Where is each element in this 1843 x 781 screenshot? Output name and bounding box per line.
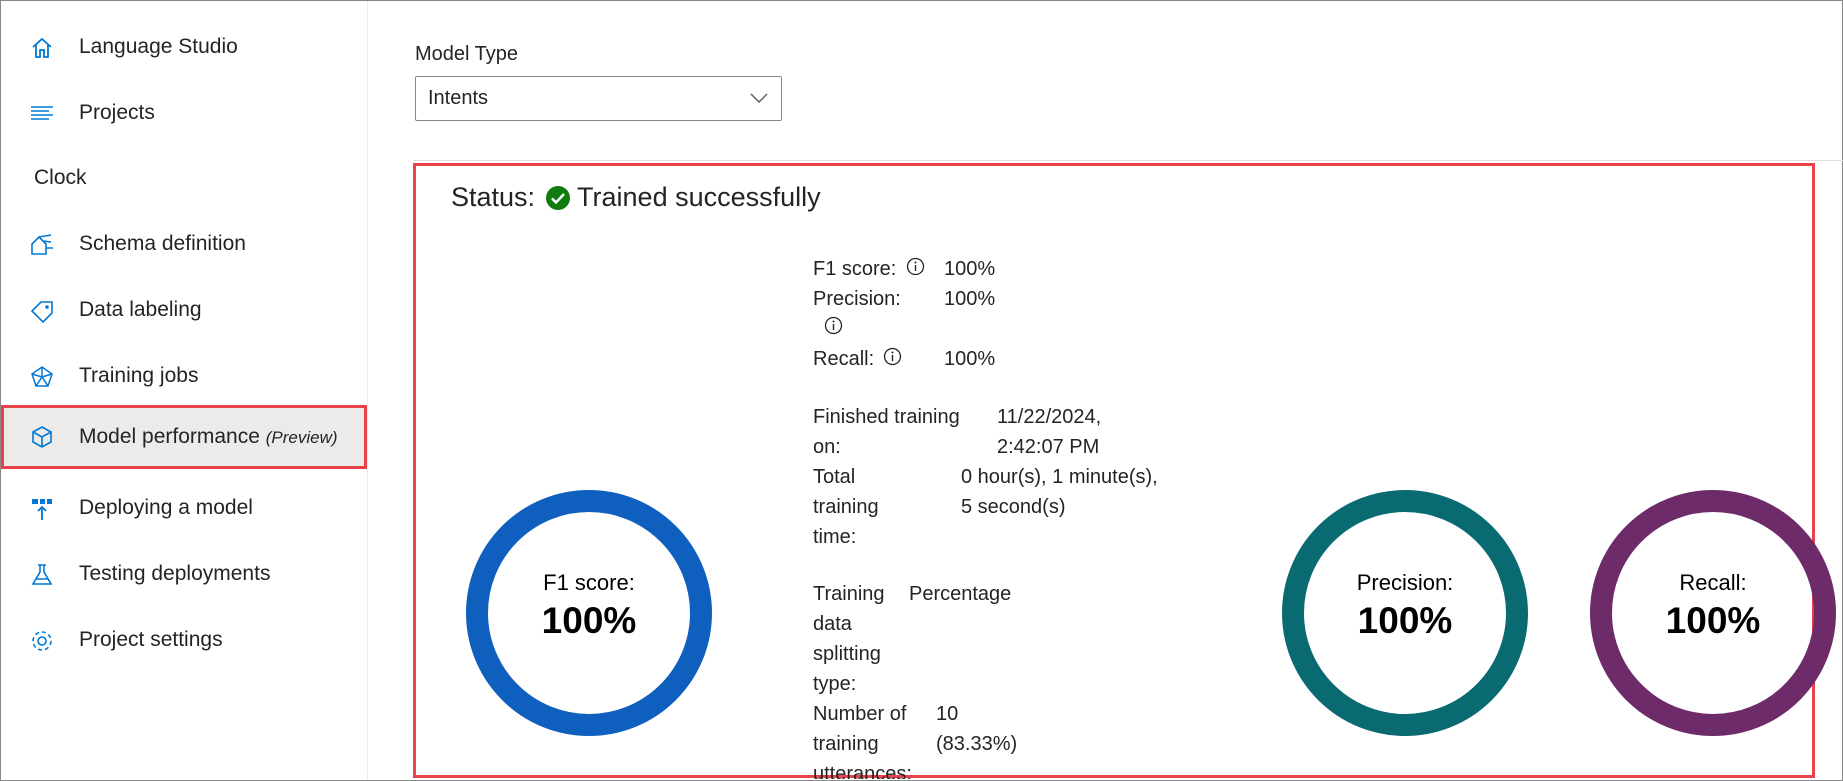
info-icon[interactable] xyxy=(824,316,843,335)
training-utterances-value: 10 (83.33%) xyxy=(936,703,1018,755)
f1-score-ring: F1 score: 100% xyxy=(466,490,712,736)
sidebar-item-label: Deploying a model xyxy=(79,496,253,519)
ring-label: Recall: xyxy=(1679,570,1747,595)
sidebar-item-project-settings[interactable]: Project settings xyxy=(1,615,367,665)
ring-label: Precision: xyxy=(1356,570,1454,595)
precision-label: Precision: xyxy=(813,288,901,310)
training-icon xyxy=(31,366,53,387)
status-value: Trained successfully xyxy=(577,182,821,212)
info-icon[interactable] xyxy=(883,347,902,366)
precision-value: 100% xyxy=(944,288,996,310)
training-status: Status: Trained successfully xyxy=(451,182,821,213)
sidebar-item-schema-definition[interactable]: Schema definition xyxy=(1,219,367,269)
finished-training-value: 11/22/2024, 2:42:07 PM xyxy=(997,406,1102,458)
ring-value: 100% xyxy=(1665,600,1761,641)
sidebar-item-label: Schema definition xyxy=(79,232,246,255)
recall-value: 100% xyxy=(944,348,996,370)
cube-icon xyxy=(32,426,52,448)
data-splitting-type-value: Percentage xyxy=(909,583,1012,605)
sidebar-item-label: Training jobs xyxy=(79,364,199,387)
sidebar-item-label: Data labeling xyxy=(79,298,202,321)
sidebar-item-training-jobs[interactable]: Training jobs xyxy=(1,351,367,401)
flask-icon xyxy=(31,564,53,585)
precision-ring: Precision: 100% xyxy=(1282,490,1528,736)
gear-icon xyxy=(32,631,52,651)
sidebar: Language Studio Projects Clock Schema de… xyxy=(1,1,368,780)
project-name: Clock xyxy=(34,166,87,189)
ring-label: F1 score: xyxy=(543,570,635,595)
sidebar-item-label: Language Studio xyxy=(79,35,238,58)
chevron-down-icon xyxy=(750,93,768,104)
sidebar-item-data-labeling[interactable]: Data labeling xyxy=(1,285,367,335)
total-training-time-label: Total training time: xyxy=(813,466,879,548)
sidebar-item-testing-deployments[interactable]: Testing deployments xyxy=(1,549,367,599)
sidebar-item-label: Projects xyxy=(79,101,155,124)
model-type-dropdown[interactable]: Intents xyxy=(415,76,782,121)
sidebar-item-label: Project settings xyxy=(79,628,223,651)
sidebar-item-language-studio[interactable]: Language Studio xyxy=(1,22,367,72)
info-icon[interactable] xyxy=(906,257,925,276)
deploy-icon xyxy=(32,499,52,520)
model-type-value: Intents xyxy=(428,87,489,109)
total-training-time-value: 0 hour(s), 1 minute(s), 5 second(s) xyxy=(961,466,1158,518)
divider xyxy=(413,160,1843,161)
sidebar-item-deploying-a-model[interactable]: Deploying a model xyxy=(1,483,367,533)
check-circle-icon xyxy=(546,185,571,210)
finished-training-label: Finished training on: xyxy=(813,406,960,458)
ring-value: 100% xyxy=(541,600,637,641)
f1-score-value: 100% xyxy=(944,258,996,280)
recall-ring: Recall: 100% xyxy=(1590,490,1836,736)
home-icon xyxy=(32,37,52,58)
sidebar-item-label: Model performance (Preview) xyxy=(79,425,338,448)
status-label: Status: xyxy=(451,182,536,212)
sidebar-item-projects[interactable]: Projects xyxy=(1,88,367,138)
training-utterances-label: Number of training utterances: xyxy=(813,703,912,779)
schema-icon xyxy=(31,234,53,255)
tag-icon xyxy=(30,301,53,324)
sidebar-item-model-performance[interactable]: Model performance (Preview) xyxy=(1,405,367,469)
recall-label: Recall: xyxy=(813,348,875,370)
sidebar-item-label: Testing deployments xyxy=(79,562,271,585)
f1-score-label: F1 score: xyxy=(813,258,897,280)
ring-value: 100% xyxy=(1357,600,1453,641)
data-splitting-type-label: Training data splitting type: xyxy=(813,583,885,695)
preview-tag: (Preview) xyxy=(265,428,338,447)
list-icon xyxy=(31,106,53,120)
model-type-label: Model Type xyxy=(415,43,519,65)
